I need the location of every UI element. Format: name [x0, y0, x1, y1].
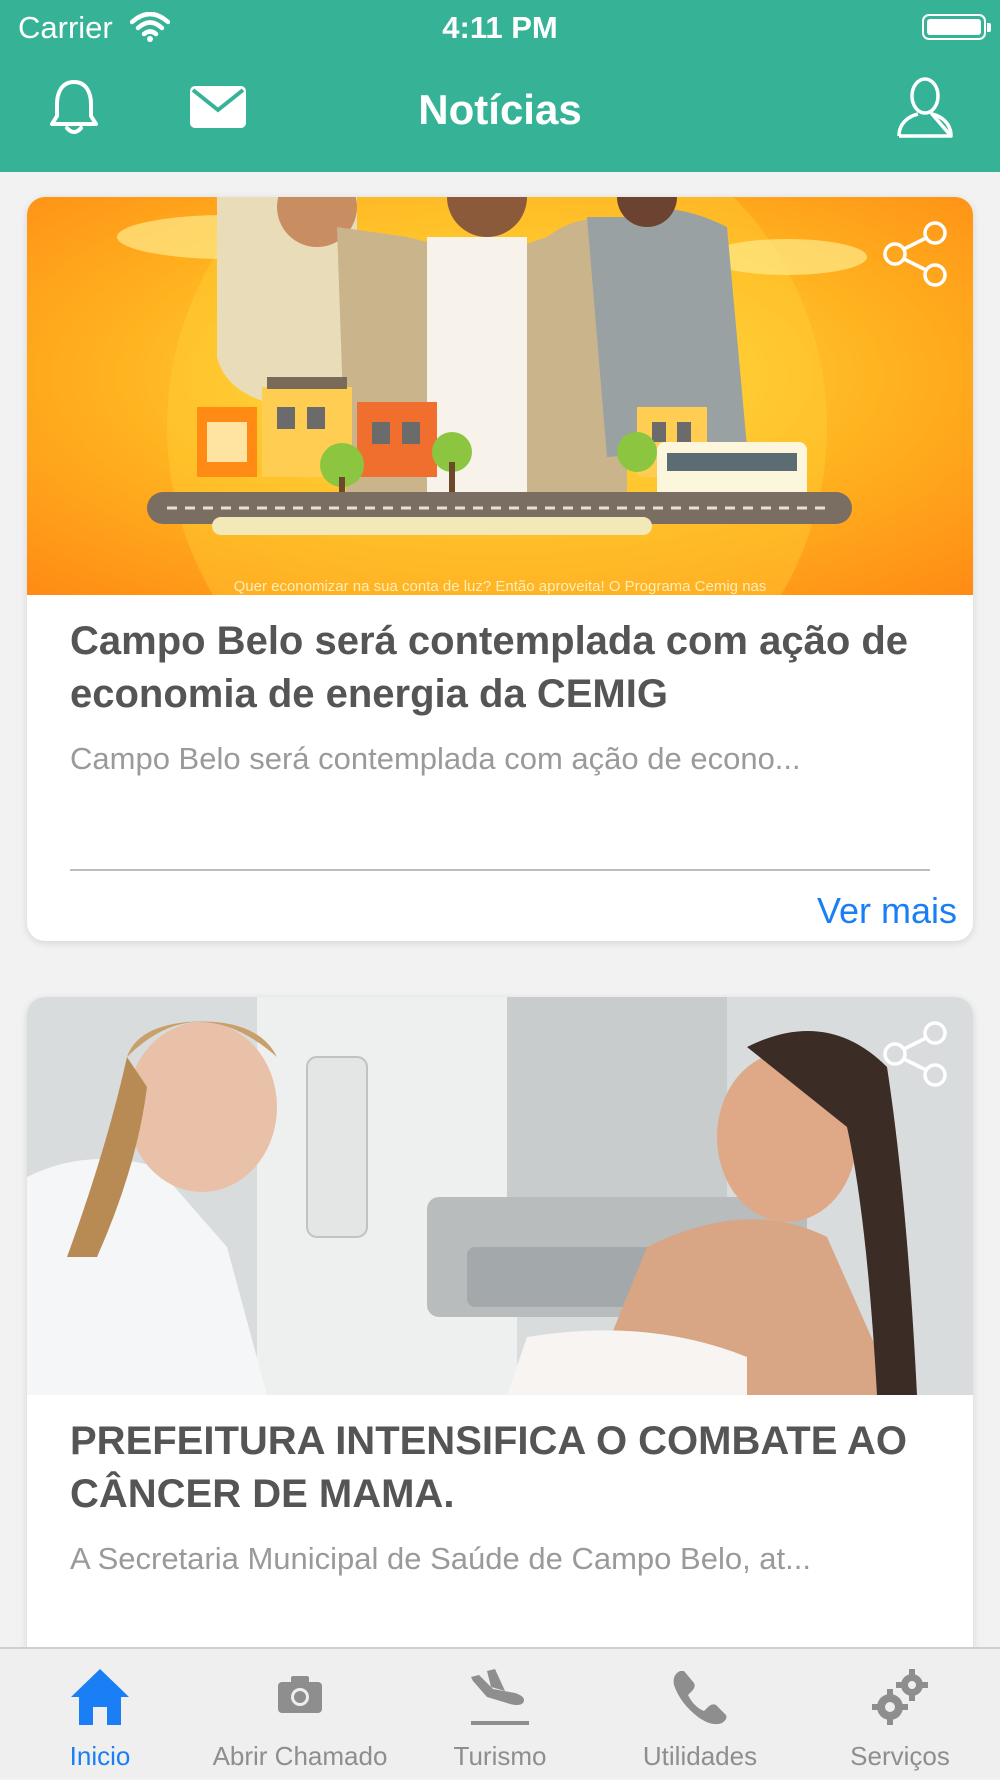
tab-turismo[interactable]: Turismo — [400, 1649, 600, 1780]
tab-abrir-chamado[interactable]: Abrir Chamado — [200, 1649, 400, 1780]
image-caption: Quer economizar na sua conta de luz? Ent… — [233, 578, 767, 595]
news-image[interactable] — [27, 997, 973, 1395]
battery-icon — [922, 14, 991, 40]
share-icon[interactable] — [881, 1021, 949, 1092]
phone-icon — [672, 1669, 728, 1730]
tab-label: Serviços — [850, 1741, 950, 1771]
news-summary: A Secretaria Municipal de Saúde de Campo… — [70, 1541, 811, 1576]
tab-label: Abrir Chamado — [212, 1741, 388, 1771]
tab-label: Utilidades — [642, 1741, 758, 1771]
user-profile-icon[interactable] — [896, 76, 954, 143]
share-icon[interactable] — [881, 221, 949, 292]
camera-icon — [278, 1675, 322, 1718]
tab-bar: Inicio Abrir Chamado Turismo Utilidades … — [0, 1647, 1000, 1778]
clock: 4:11 PM — [442, 10, 558, 45]
news-card[interactable]: Quer economizar na sua conta de luz? Ent… — [27, 197, 973, 941]
home-icon — [69, 1667, 131, 1732]
news-title[interactable]: Campo Belo será contemplada com ação de … — [70, 615, 933, 721]
divider — [70, 869, 930, 871]
news-summary: Campo Belo será contemplada com ação de … — [70, 741, 801, 776]
tab-label: Inicio — [69, 1741, 131, 1771]
tab-label: Turismo — [453, 1741, 547, 1771]
plane-icon — [467, 1667, 533, 1732]
news-feed[interactable]: Quer economizar na sua conta de luz? Ent… — [0, 172, 1000, 1647]
tab-servicos[interactable]: Serviços — [800, 1649, 1000, 1780]
tab-inicio[interactable]: Inicio — [0, 1649, 200, 1780]
news-title[interactable]: PREFEITURA INTENSIFICA O COMBATE AO CÂNC… — [70, 1415, 933, 1521]
news-image[interactable]: Quer economizar na sua conta de luz? Ent… — [27, 197, 973, 595]
gears-icon — [870, 1667, 930, 1732]
news-card[interactable]: PREFEITURA INTENSIFICA O COMBATE AO CÂNC… — [27, 997, 973, 1647]
tab-utilidades[interactable]: Utilidades — [600, 1649, 800, 1780]
page-title: Notícias — [418, 86, 582, 133]
see-more-link[interactable]: Ver mais — [817, 890, 957, 932]
status-bar: Carrier 4:11 PM — [0, 0, 1000, 56]
navigation-bar: Notícias — [0, 56, 1000, 172]
